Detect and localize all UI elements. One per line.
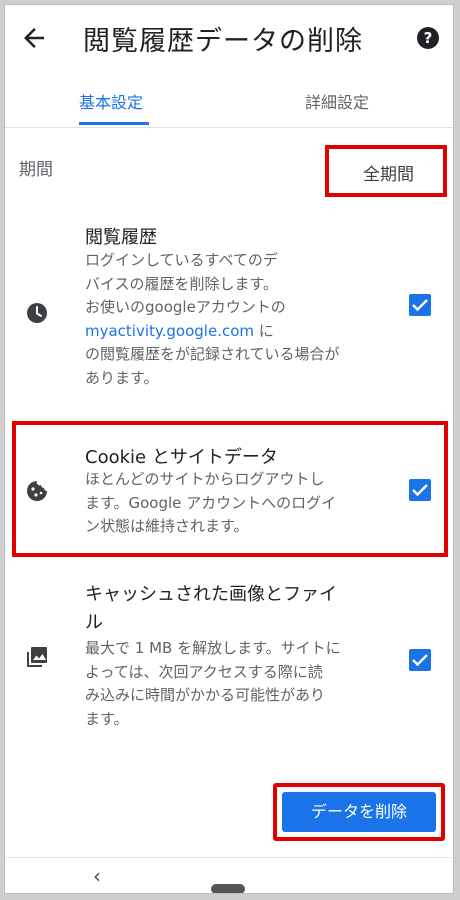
system-nav-bar: ‹ [5,857,453,893]
app-bar: 閲覧履歴データの削除 ? [5,5,453,75]
check-icon [412,299,428,312]
option-description: ログインしているすべてのデ バイスの履歴を削除します。 お使いのgoogleアカ… [85,251,340,387]
arrow-left-icon [24,28,44,48]
delete-button-highlight: データを削除 [273,783,445,841]
tab-indicator [79,122,149,125]
browsing-history-checkbox[interactable] [409,294,431,316]
option-description: 最大で 1 MB を解放します。サイトに よっては、次回アクセスする際に読 み込… [85,639,341,728]
period-value: 全期間 [363,165,414,185]
screen: 閲覧履歴データの削除 ? 基本設定 詳細設定 期間 全期間 閲覧履歴 ログインし… [4,4,454,894]
page-title: 閲覧履歴データの削除 [83,26,363,57]
nav-back-icon[interactable]: ‹ [93,864,101,888]
option-title: キャッシュされた画像とファイ ル [85,584,337,633]
option-browsing-history[interactable]: 閲覧履歴 ログインしているすべてのデ バイスの履歴を削除します。 お使いのgoo… [5,215,453,405]
tab-basic[interactable]: 基本設定 [79,89,143,113]
delete-data-button[interactable]: データを削除 [282,792,436,832]
nav-home-pill-icon[interactable] [211,884,245,893]
period-label: 期間 [19,160,53,180]
back-button[interactable] [19,23,49,53]
help-circle-icon: ? [423,29,433,47]
period-dropdown[interactable]: 全期間 [325,145,447,197]
option-cache[interactable]: キャッシュされた画像とファイ ル 最大で 1 MB を解放します。サイトに よっ… [5,577,453,747]
tab-advanced[interactable]: 詳細設定 [305,89,369,113]
tab-bar: 基本設定 詳細設定 [5,75,453,128]
cache-checkbox[interactable] [409,649,431,671]
myactivity-link[interactable]: myactivity.google.com [85,322,254,340]
option-title: 閲覧履歴 [85,227,157,248]
clock-icon [27,303,47,323]
help-button[interactable]: ? [417,27,439,49]
image-icon [27,647,47,667]
check-icon [412,654,428,667]
cookies-highlight-box [12,421,448,557]
